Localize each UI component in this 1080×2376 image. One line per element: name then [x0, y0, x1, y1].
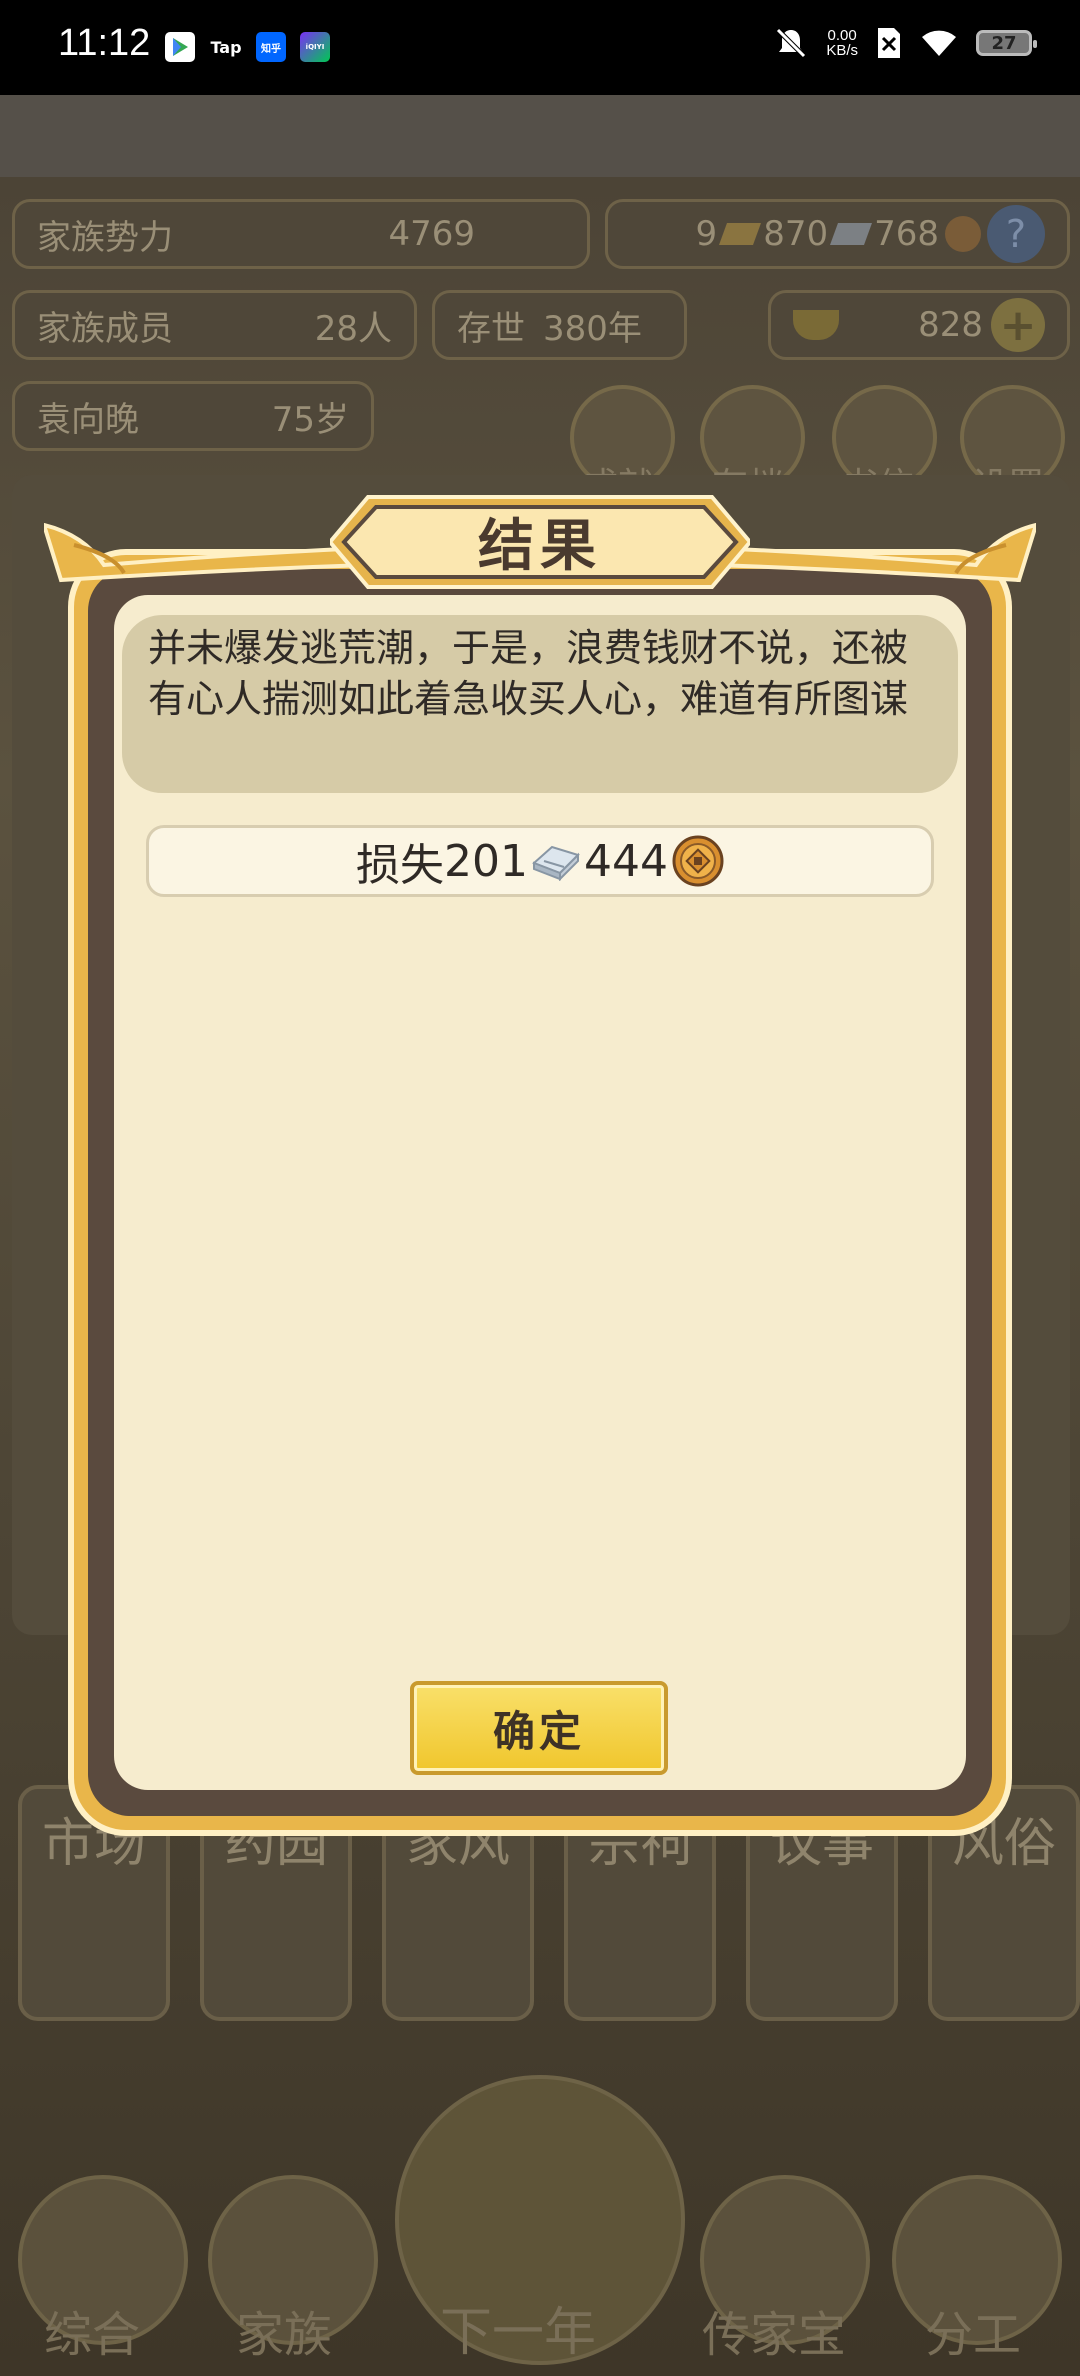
play-store-icon	[165, 32, 195, 62]
sim-disabled-icon	[878, 28, 900, 58]
division-label: 分工	[925, 2307, 1022, 2363]
members-value: 28人	[314, 308, 392, 349]
members-panel: 家族成员 28人	[12, 290, 417, 360]
ingot-panel: 828 +	[768, 290, 1070, 360]
loss-silver-value: 201	[444, 835, 528, 887]
add-ingot-button[interactable]: +	[991, 298, 1045, 352]
silver-count: 870	[763, 214, 829, 254]
gold-bar-icon	[719, 223, 762, 245]
family-power-label: 家族势力	[37, 217, 173, 258]
wifi-icon	[922, 30, 956, 56]
survival-label: 存世	[457, 308, 525, 349]
currency-panel: 9 870 768 ?	[605, 199, 1070, 269]
silver-ingot-icon	[532, 845, 580, 881]
zhihu-icon: 知乎	[256, 32, 286, 62]
tap-icon: Tap	[210, 37, 242, 57]
heirloom-label: 传家宝	[702, 2307, 847, 2363]
loss-summary: 损失 201 444	[146, 825, 934, 897]
overview-label: 综合	[44, 2307, 141, 2363]
next-year-label: 下一年	[440, 2303, 597, 2363]
dialog-title: 结果	[478, 513, 602, 579]
person-panel: 袁向晚 75岁	[12, 381, 374, 451]
battery-icon: 27	[976, 30, 1037, 56]
network-speed: 0.00 KB/s	[826, 27, 858, 59]
person-name: 袁向晚	[37, 399, 139, 440]
status-time: 11:12	[58, 22, 151, 64]
family-power-panel: 家族势力 4769	[12, 199, 590, 269]
members-label: 家族成员	[37, 308, 173, 349]
survival-value: 380年	[543, 308, 642, 349]
coin-count: 768	[874, 214, 939, 254]
family-power-value: 4769	[388, 214, 475, 254]
copper-coin-icon	[672, 835, 724, 887]
loss-coin-value: 444	[584, 835, 668, 887]
ingot-icon	[793, 310, 839, 340]
top-band	[0, 95, 1080, 177]
family-label: 家族	[236, 2307, 333, 2363]
result-description: 并未爆发逃荒潮，于是，浪费钱财不说，还被有心人揣测如此着急收买人心，难道有所图谋	[122, 615, 958, 793]
ingot-count: 828	[918, 305, 983, 345]
person-age: 75岁	[271, 399, 349, 440]
iqiyi-icon: iQIYI	[300, 32, 330, 62]
mute-icon	[776, 28, 807, 58]
survival-panel: 存世 380年	[432, 290, 687, 360]
gold-count: 9	[695, 214, 718, 254]
coin-icon	[945, 216, 981, 252]
status-bar: 11:12 Tap 知乎 iQIYI 0.00 KB/s 27	[0, 0, 1080, 95]
silver-bar-icon	[830, 223, 873, 245]
loss-prefix: 损失	[356, 840, 445, 891]
confirm-button[interactable]: 确定	[410, 1681, 668, 1775]
help-button[interactable]: ?	[987, 205, 1045, 263]
